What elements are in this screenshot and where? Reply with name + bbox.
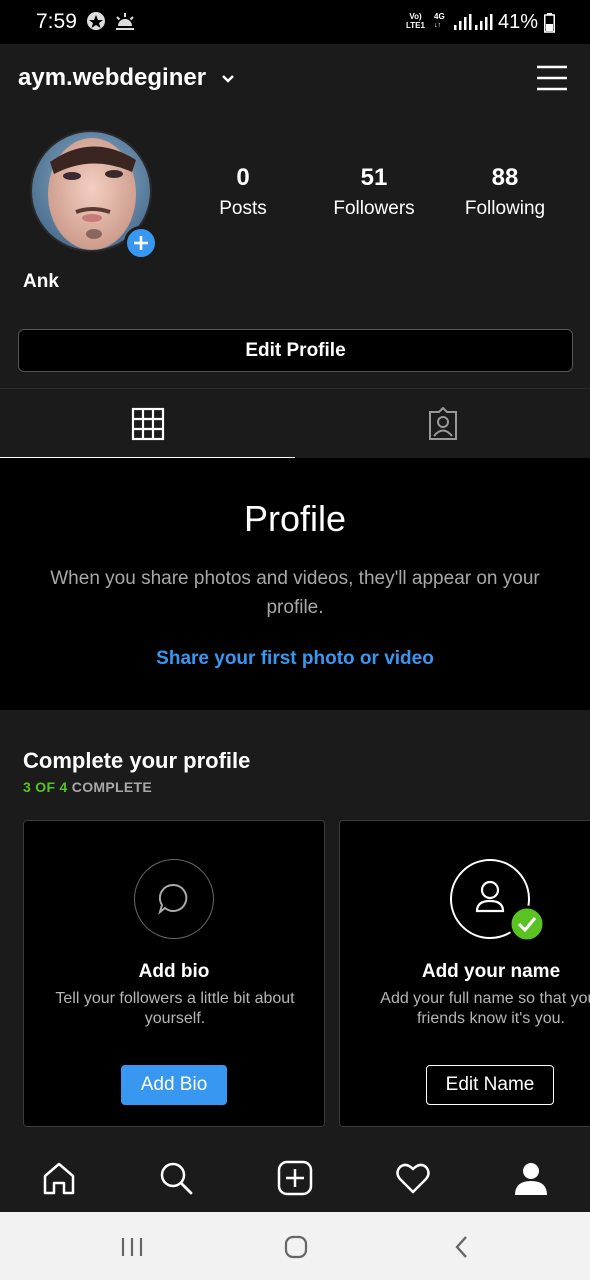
share-first-photo-link[interactable]: Share your first photo or video xyxy=(0,648,590,670)
check-complete-icon xyxy=(508,905,546,943)
followers-label: Followers xyxy=(333,198,415,219)
nav-new-post[interactable] xyxy=(273,1156,317,1200)
back-button[interactable] xyxy=(442,1232,482,1262)
profile-tabs xyxy=(0,388,590,459)
signal-2-icon xyxy=(475,14,493,30)
nav-search[interactable] xyxy=(154,1156,198,1200)
complete-profile-progress: 3 OF 4 COMPLETE xyxy=(23,779,152,795)
system-navigation-bar xyxy=(0,1212,590,1280)
profile-header: aym.webdeginer xyxy=(0,44,590,114)
followers-stat[interactable]: 51 Followers xyxy=(326,164,422,220)
home-circle-icon xyxy=(284,1235,308,1259)
status-bar: 7:59 Vo) LTE1 4G ↓↑ 41% xyxy=(0,0,590,44)
bottom-navigation xyxy=(0,1142,590,1212)
nav-home[interactable] xyxy=(37,1156,81,1200)
profile-icon xyxy=(515,1163,547,1195)
add-story-button[interactable] xyxy=(124,226,158,260)
card-icon-circle xyxy=(134,859,214,939)
account-username[interactable]: aym.webdeginer xyxy=(18,64,206,92)
recent-apps-button[interactable] xyxy=(112,1232,152,1262)
following-count: 88 xyxy=(491,164,519,191)
tagged-person-icon xyxy=(428,407,457,440)
volte-indicator: Vo) LTE1 xyxy=(406,12,425,30)
home-icon xyxy=(43,1162,75,1195)
tab-tagged[interactable] xyxy=(295,389,590,459)
menu-icon[interactable] xyxy=(536,64,568,92)
speech-bubble-icon xyxy=(158,883,188,915)
chevron-down-icon[interactable] xyxy=(221,74,235,84)
tab-grid[interactable] xyxy=(0,389,295,459)
nav-profile[interactable] xyxy=(509,1156,553,1200)
empty-state-title: Profile xyxy=(243,498,347,539)
weather-icon xyxy=(116,13,134,30)
card-description: Tell your followers a little bit about y… xyxy=(55,990,295,1027)
card-description: Add your full name so that your friends … xyxy=(380,990,590,1027)
add-bio-card: Add bio Tell your followers a little bit… xyxy=(23,820,325,1127)
card-title: Add bio xyxy=(138,961,210,982)
back-chevron-icon xyxy=(455,1236,467,1258)
complete-profile-title: Complete your profile xyxy=(23,748,251,773)
posts-stat[interactable]: 0 Posts xyxy=(212,164,274,220)
app-notification-icon xyxy=(87,12,105,30)
display-name: Ank xyxy=(23,271,59,292)
battery-icon xyxy=(544,13,555,33)
followers-count: 51 xyxy=(360,164,388,191)
heart-icon xyxy=(396,1163,430,1194)
status-time: 7:59 xyxy=(36,10,77,33)
posts-count: 0 xyxy=(236,164,250,191)
network-type-indicator: 4G ↓↑ xyxy=(434,12,445,29)
search-icon xyxy=(160,1162,193,1195)
grid-icon xyxy=(131,407,164,441)
home-button[interactable] xyxy=(276,1232,316,1262)
card-title: Add your name xyxy=(421,961,561,982)
battery-percent: 41% xyxy=(498,11,539,33)
empty-posts-section: Profile When you share photos and videos… xyxy=(0,458,590,710)
posts-label: Posts xyxy=(219,198,267,219)
edit-profile-button[interactable]: Edit Profile xyxy=(18,329,573,372)
nav-activity[interactable] xyxy=(391,1156,435,1200)
edit-name-button[interactable]: Edit Name xyxy=(426,1065,554,1105)
signal-1-icon xyxy=(454,14,472,30)
empty-state-description: When you share photos and videos, they'l… xyxy=(50,568,540,618)
following-stat[interactable]: 88 Following xyxy=(458,164,552,220)
add-bio-button[interactable]: Add Bio xyxy=(121,1065,227,1105)
add-post-icon xyxy=(277,1160,313,1196)
plus-icon xyxy=(134,236,148,250)
add-name-card: Add your name Add your full name so that… xyxy=(339,820,590,1127)
recent-apps-icon xyxy=(121,1238,143,1256)
following-label: Following xyxy=(464,198,546,219)
complete-profile-section: Complete your profile 3 OF 4 COMPLETE Ad… xyxy=(0,710,590,1142)
